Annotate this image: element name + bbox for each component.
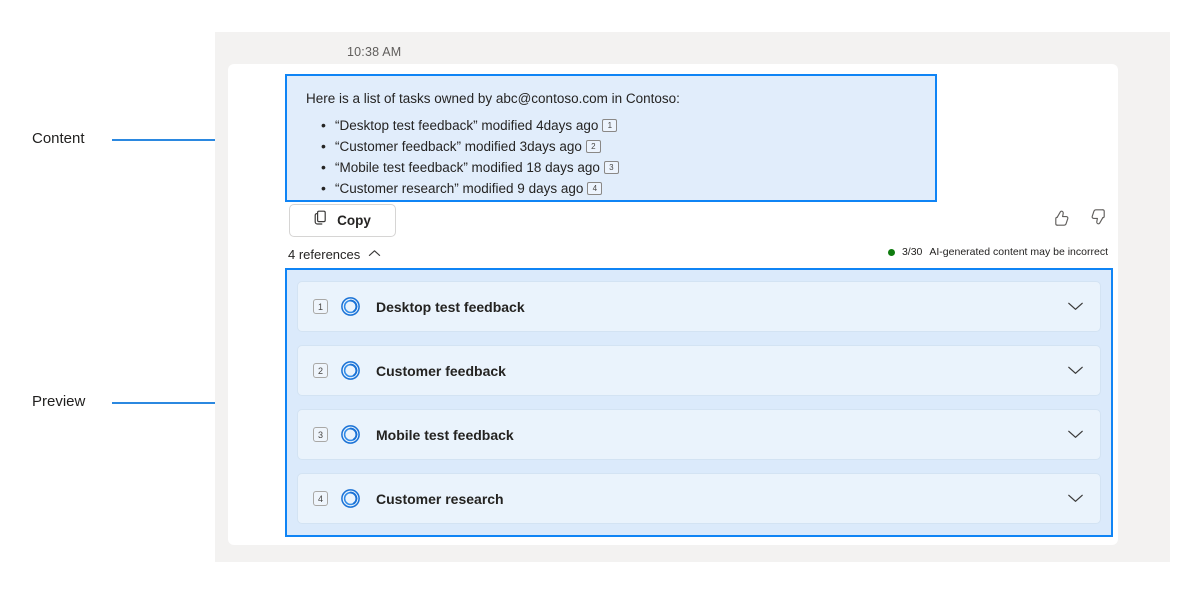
annotation-label-content: Content [32,130,85,147]
ai-disclaimer-text: AI-generated content may be incorrect [929,246,1108,258]
citation-marker[interactable]: 4 [587,182,602,195]
reference-title: Customer feedback [376,363,1067,379]
answer-task-text: “Customer research” modified 9 days ago [335,181,583,196]
answer-content-region: Here is a list of tasks owned by abc@con… [285,74,937,202]
status-indicator-dot [888,249,895,256]
reference-card[interactable]: 4 Customer research [297,473,1101,524]
feedback-buttons [1052,208,1108,227]
reference-title: Mobile test feedback [376,427,1067,443]
answer-task-text: “Mobile test feedback” modified 18 days … [335,160,600,175]
answer-task-text: “Customer feedback” modified 3days ago [335,139,582,154]
chevron-down-icon[interactable] [1067,301,1084,312]
chevron-down-icon[interactable] [1067,365,1084,376]
chevron-down-icon[interactable] [1067,429,1084,440]
answer-intro-text: Here is a list of tasks owned by abc@con… [306,91,680,106]
answer-task-text: “Desktop test feedback” modified 4days a… [335,118,598,133]
reference-card[interactable]: 3 Mobile test feedback [297,409,1101,460]
quota-counter: 3/30 [902,246,922,258]
answer-task-list: “Desktop test feedback” modified 4days a… [307,116,619,200]
citation-marker[interactable]: 3 [604,161,619,174]
references-toggle-label: 4 references [288,247,360,262]
references-toggle[interactable]: 4 references [288,245,381,263]
reference-index-badge: 3 [313,427,328,442]
reference-index-badge: 1 [313,299,328,314]
message-timestamp: 10:38 AM [347,45,401,59]
answer-task-item: “Customer feedback” modified 3days ago 2 [335,137,619,157]
planner-swirl-icon [340,360,361,381]
reference-index-badge: 2 [313,363,328,378]
copy-button[interactable]: Copy [289,204,396,237]
answer-task-item: “Mobile test feedback” modified 18 days … [335,158,619,178]
thumbs-up-icon[interactable] [1052,208,1071,227]
reference-index-badge: 4 [313,491,328,506]
reference-title: Customer research [376,491,1067,507]
planner-swirl-icon [340,424,361,445]
copy-icon [314,210,328,231]
chevron-up-icon [368,245,381,263]
citation-marker[interactable]: 2 [586,140,601,153]
thumbs-down-icon[interactable] [1089,208,1108,227]
planner-swirl-icon [340,488,361,509]
answer-task-item: “Customer research” modified 9 days ago 4 [335,179,619,199]
reference-card[interactable]: 2 Customer feedback [297,345,1101,396]
chevron-down-icon[interactable] [1067,493,1084,504]
annotation-label-preview: Preview [32,393,85,410]
citation-marker[interactable]: 1 [602,119,617,132]
reference-card[interactable]: 1 Desktop test feedback [297,281,1101,332]
answer-task-item: “Desktop test feedback” modified 4days a… [335,116,619,136]
references-preview-region: 1 Desktop test feedback 2 Customer feedb… [285,268,1113,537]
planner-swirl-icon [340,296,361,317]
copy-button-label: Copy [337,213,371,228]
reference-title: Desktop test feedback [376,299,1067,315]
ai-disclaimer: 3/30 AI-generated content may be incorre… [888,246,1108,258]
